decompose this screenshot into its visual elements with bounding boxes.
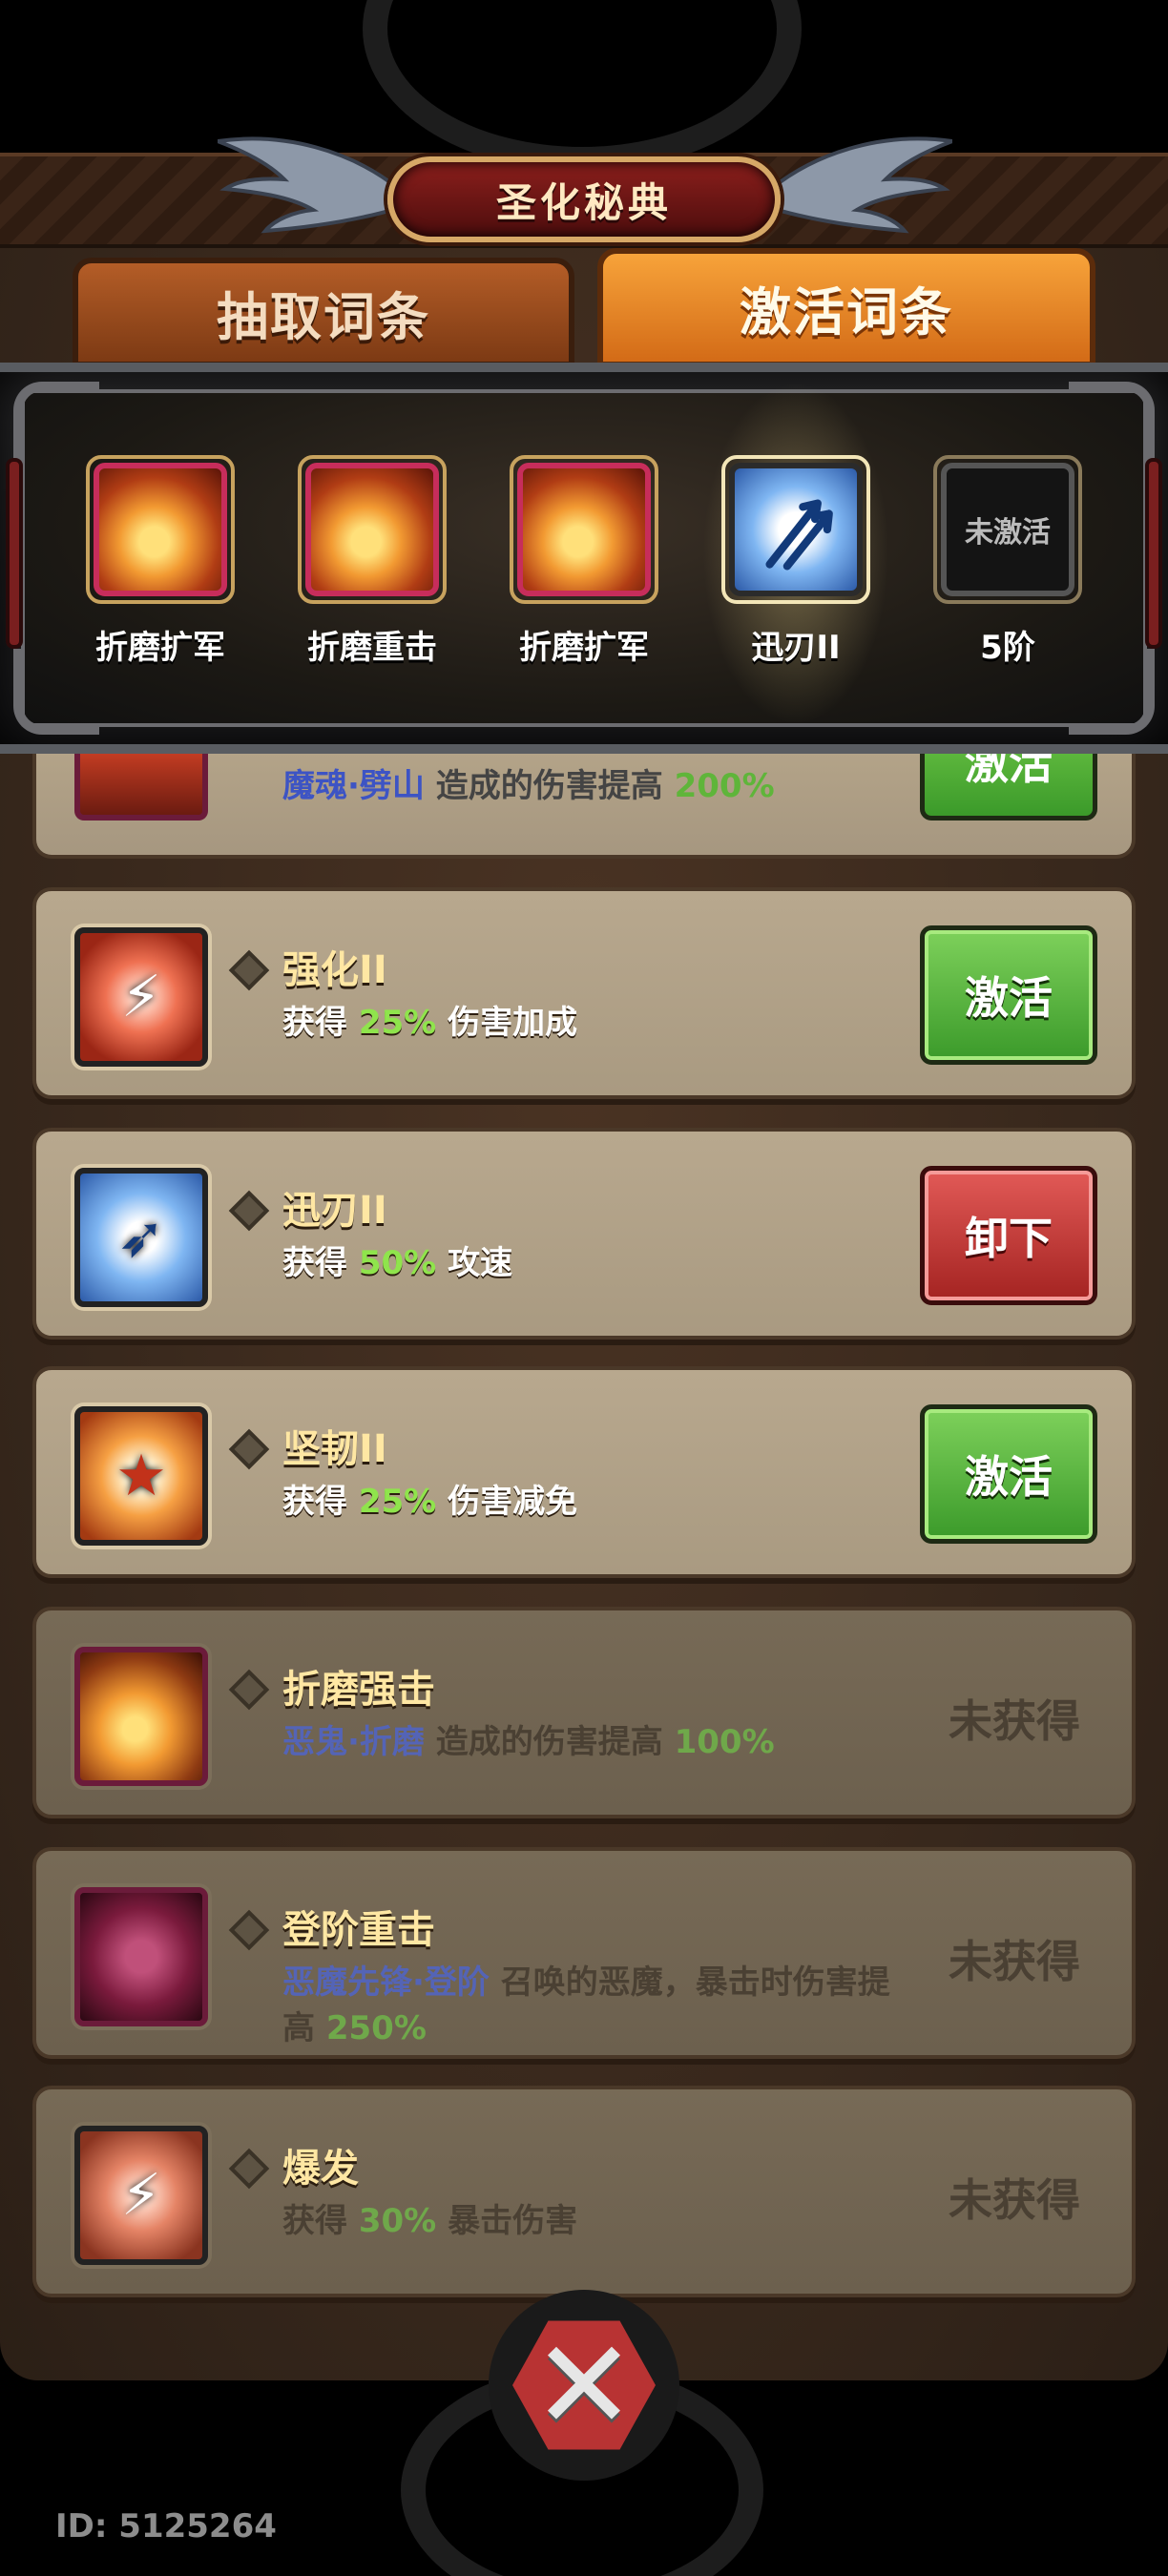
activate-button[interactable]: 激活 (920, 925, 1097, 1065)
close-icon: ✕ (512, 2320, 656, 2450)
player-id: ID: 5125264 (55, 2507, 277, 2545)
partial-thumb-icon (74, 754, 208, 821)
burst-icon: ⚡ (74, 2126, 208, 2265)
tab-draw-label: 抽取词条 (217, 287, 430, 347)
activate-button[interactable]: 激活 (920, 1404, 1097, 1544)
page-title: 圣化秘典 (495, 178, 672, 226)
fire-swirl-icon (74, 1647, 208, 1786)
partial-desc-mid: 造成的伤害提高 (424, 767, 675, 805)
title-plaque: 圣化秘典 (387, 156, 781, 242)
shield-star-icon: ★ (74, 1406, 208, 1546)
slot-label: 5阶 (980, 629, 1035, 667)
blue-arrows-icon (721, 455, 870, 604)
list-item: ➶ 迅刃II 获得 50% 攻速 卸下 (32, 1128, 1136, 1340)
fire-swirl-icon (510, 455, 658, 604)
partial-activate-button[interactable]: 激活 (920, 754, 1097, 821)
list-item: ⚡ 爆发 获得 30% 暴击伤害 未获得 (32, 2086, 1136, 2297)
affix-name: 爆发 (282, 2147, 359, 2191)
slot-label: 折磨扩军 (95, 629, 225, 667)
frame-gem (1145, 458, 1162, 649)
status-not-obtained: 未获得 (949, 2174, 1080, 2226)
list-item: 折磨强击 恶鬼·折磨 造成的伤害提高 100% 未获得 (32, 1607, 1136, 1818)
affix-desc: 获得 25% 伤害减免 (282, 1483, 578, 1521)
partial-desc-blue: 魔魂·劈山 (282, 767, 425, 805)
affix-name: 折磨强击 (282, 1668, 435, 1712)
status-not-obtained: 未获得 (949, 1936, 1080, 1987)
status-not-obtained: 未获得 (949, 1695, 1080, 1747)
diamond-bullet-icon (228, 1669, 270, 1711)
frame-gem (6, 458, 23, 649)
diamond-bullet-icon (228, 1909, 270, 1951)
affix-name: 坚韧II (282, 1427, 387, 1471)
partial-desc-value: 200% (674, 767, 775, 805)
equipped-slot-3[interactable]: 折磨扩军 (508, 448, 660, 668)
partial-desc: 魔魂·劈山 造成的伤害提高 200% (282, 759, 775, 806)
affix-desc: 获得 30% 暴击伤害 (282, 2202, 578, 2240)
affix-name: 登阶重击 (282, 1908, 435, 1952)
list-item: 登阶重击 恶魔先锋·登阶 召唤的恶魔，暴击时伤害提高 250% 未获得 (32, 1847, 1136, 2059)
partial-button-label: 激活 (965, 754, 1053, 789)
slot-label: 折磨扩军 (519, 629, 649, 667)
button-label: 卸下 (965, 1213, 1053, 1264)
tab-activate-label: 激活词条 (740, 282, 953, 343)
tab-draw-affix[interactable]: 抽取词条 (73, 258, 574, 367)
close-button[interactable]: ✕ (489, 2290, 679, 2481)
equipped-slot-4[interactable]: 迅刃II (720, 448, 872, 668)
affix-name: 强化II (282, 948, 387, 992)
affix-desc: 获得 25% 伤害加成 (282, 1004, 578, 1042)
diamond-bullet-icon (228, 1428, 270, 1470)
affix-name: 迅刃II (282, 1189, 387, 1233)
unequip-button[interactable]: 卸下 (920, 1166, 1097, 1305)
button-label: 激活 (965, 1451, 1053, 1503)
button-label: 激活 (965, 972, 1053, 1024)
equipped-slot-2[interactable]: 折磨重击 (296, 448, 448, 668)
list-item: ⚡ 强化II 获得 25% 伤害加成 激活 (32, 887, 1136, 1099)
list-item: ★ 坚韧II 获得 25% 伤害减免 激活 (32, 1366, 1136, 1578)
equipped-slot-1[interactable]: 折磨扩军 (84, 448, 237, 668)
slot-label: 折磨重击 (307, 629, 437, 667)
attack-boost-icon: ⚡ (74, 927, 208, 1067)
fire-swirl-icon (86, 455, 235, 604)
left-wing-icon (218, 136, 399, 234)
affix-desc: 获得 50% 攻速 (282, 1244, 513, 1282)
lock-icon: 未激活 (933, 455, 1082, 604)
list-item-partial: 魔魂·劈山 造成的伤害提高 200% 激活 (32, 754, 1136, 859)
fire-swirl-icon (298, 455, 447, 604)
demon-icon (74, 1887, 208, 2026)
blue-arrows-icon: ➶ (74, 1168, 208, 1307)
slot-label: 迅刃II (751, 629, 841, 667)
diamond-bullet-icon (228, 1190, 270, 1232)
right-wing-icon (771, 136, 952, 234)
tab-activate-affix[interactable]: 激活词条 (597, 248, 1095, 367)
affix-desc: 恶魔先锋·登阶 召唤的恶魔，暴击时伤害提高 250% (282, 1963, 890, 2047)
affix-desc: 恶鬼·折磨 造成的伤害提高 100% (282, 1723, 775, 1761)
equipped-slot-5[interactable]: 未激活 5阶 (931, 448, 1084, 668)
diamond-bullet-icon (228, 949, 270, 991)
diamond-bullet-icon (228, 2148, 270, 2190)
